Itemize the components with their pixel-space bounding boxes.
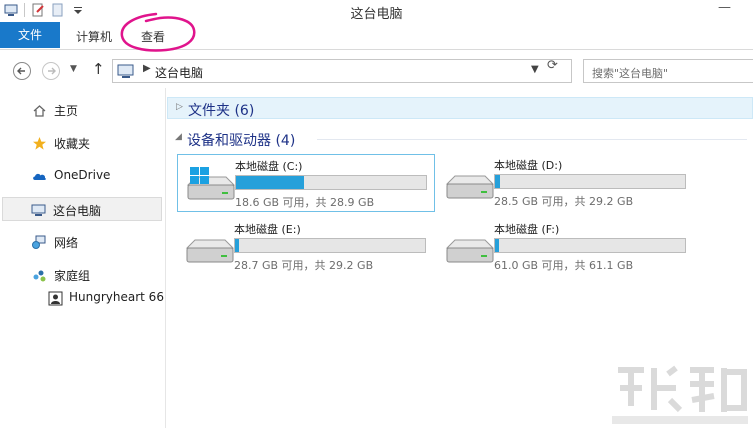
tab-file[interactable]: 文件: [0, 22, 60, 48]
arrow-right-icon: [48, 67, 56, 75]
search-input[interactable]: 搜索"这台电脑": [583, 59, 753, 83]
pane-divider[interactable]: [165, 88, 166, 428]
recent-locations-button[interactable]: ▼: [70, 64, 77, 74]
watermark-logo: [612, 365, 748, 424]
tab-view[interactable]: 查看: [138, 26, 168, 48]
sidebar-item-label: OneDrive: [54, 168, 111, 182]
hard-drive-icon: [445, 175, 495, 199]
network-icon: [32, 235, 46, 249]
window-title: 这台电脑: [350, 7, 403, 22]
usage-bar: [494, 174, 686, 189]
computer-icon: [117, 64, 134, 78]
drive-size: 61.0 GB 可用，共 61.1 GB: [494, 259, 634, 272]
group-header-devices[interactable]: ◢ 设备和驱动器 (4): [167, 128, 753, 150]
sidebar-item-label: 这台电脑: [53, 204, 102, 218]
star-icon: [33, 137, 46, 150]
drive-item[interactable]: 本地磁盘 (D:) 28.5 GB 可用，共 29.2 GB: [437, 154, 695, 212]
sidebar-item-favorites[interactable]: 收藏夹: [2, 131, 162, 155]
usage-bar-fill: [495, 239, 499, 252]
hard-drive-icon: [445, 239, 495, 263]
homegroup-icon: [33, 270, 46, 282]
usage-bar-fill: [495, 175, 500, 188]
breadcrumb-this-pc[interactable]: 这台电脑: [155, 64, 203, 81]
drive-size: 18.6 GB 可用，共 28.9 GB: [235, 196, 375, 209]
arrow-left-icon: [17, 67, 25, 75]
drive-name: 本地磁盘 (F:): [494, 223, 560, 236]
group-divider: [317, 139, 747, 140]
tab-computer[interactable]: 计算机: [74, 26, 114, 48]
usage-bar-fill: [236, 176, 305, 189]
sidebar-item-network[interactable]: 网络: [2, 230, 162, 254]
drive-item[interactable]: 本地磁盘 (C:) 18.6 GB 可用，共 28.9 GB: [177, 154, 435, 212]
user-icon: [48, 291, 63, 306]
sidebar-item-label: 家庭组: [54, 269, 91, 283]
sidebar-item-label: 网络: [54, 236, 79, 250]
drive-name: 本地磁盘 (E:): [234, 223, 301, 236]
sidebar-item-home[interactable]: 主页: [2, 98, 162, 122]
computer-icon: [31, 204, 46, 216]
address-bar[interactable]: ▶ 这台电脑 ▼: [112, 59, 572, 83]
sidebar-item-label: 主页: [54, 104, 79, 118]
sidebar-item-homegroup[interactable]: 家庭组: [2, 263, 162, 287]
back-button[interactable]: [13, 62, 31, 80]
home-icon: [33, 105, 46, 117]
drive-size: 28.5 GB 可用，共 29.2 GB: [494, 195, 634, 208]
sidebar-item-label: 收藏夹: [54, 137, 91, 151]
sidebar-item-this-pc[interactable]: 这台电脑: [2, 197, 162, 221]
usage-bar: [234, 238, 426, 253]
up-button[interactable]: ↑: [92, 60, 105, 78]
refresh-button[interactable]: ⟳: [547, 58, 558, 73]
address-row: ▼ ↑ ▶ 这台电脑 ▼ ⟳ 搜索"这台电脑": [0, 55, 753, 87]
chevron-down-icon[interactable]: ▼: [531, 64, 539, 75]
sidebar-item-onedrive[interactable]: OneDrive: [2, 164, 162, 188]
windows-drive-icon: [186, 167, 236, 200]
forward-button[interactable]: [42, 62, 60, 80]
usage-bar-fill: [235, 239, 239, 252]
sidebar-item-label: Hungryheart 66: [69, 290, 164, 304]
search-placeholder: 搜索"这台电脑": [592, 67, 669, 80]
drive-item[interactable]: 本地磁盘 (F:) 61.0 GB 可用，共 61.1 GB: [437, 218, 695, 276]
hard-drive-icon: [185, 239, 235, 263]
drive-size: 28.7 GB 可用，共 29.2 GB: [234, 259, 374, 272]
drive-item[interactable]: 本地磁盘 (E:) 28.7 GB 可用，共 29.2 GB: [177, 218, 435, 276]
cloud-icon: [33, 173, 46, 180]
chevron-right-icon: ▷: [176, 102, 183, 112]
chevron-down-icon: ◢: [175, 132, 182, 142]
group-title: 文件夹 (6): [188, 103, 255, 119]
ribbon: 文件 计算机 查看: [0, 22, 753, 50]
drive-name: 本地磁盘 (D:): [494, 159, 563, 172]
group-title: 设备和驱动器 (4): [187, 133, 296, 149]
title-bar: 这台电脑 —: [0, 0, 753, 22]
drive-name: 本地磁盘 (C:): [235, 160, 303, 173]
usage-bar: [494, 238, 686, 253]
usage-bar: [235, 175, 427, 190]
group-header-folders[interactable]: ▷ 文件夹 (6): [167, 97, 753, 119]
navigation-pane: 主页 收藏夹 OneDrive 这台电脑 网络 家庭组 Hungryheart …: [0, 88, 166, 428]
breadcrumb-chevron-icon[interactable]: ▶: [143, 63, 151, 74]
minimize-button[interactable]: —: [718, 0, 731, 15]
sidebar-item-hungryheart[interactable]: Hungryheart 66: [2, 286, 164, 310]
